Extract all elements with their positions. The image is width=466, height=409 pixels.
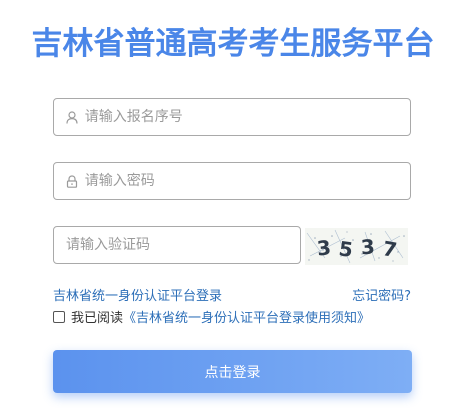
captcha-char-3: 3 (360, 234, 376, 259)
captcha-char-2: 5 (337, 236, 354, 262)
agreement-row: 我已阅读 《吉林省统一身份认证平台登录使用须知》 (53, 307, 370, 326)
lock-icon (66, 174, 79, 188)
captcha-image[interactable]: 3 5 3 7 (305, 228, 408, 265)
captcha-input[interactable] (54, 227, 300, 263)
page-title: 吉林省普通高考考生服务平台 (31, 26, 435, 62)
usage-notice-link[interactable]: 《吉林省统一身份认证平台登录使用须知》 (123, 307, 370, 326)
username-input[interactable] (84, 99, 410, 135)
agreement-checkbox[interactable] (53, 310, 65, 323)
forgot-password-link[interactable]: 忘记密码? (352, 285, 411, 304)
username-field[interactable] (53, 98, 411, 136)
captcha-field[interactable] (53, 226, 301, 264)
password-field[interactable] (53, 162, 411, 200)
login-page: 吉林省普通高考考生服务平台 请输入报名序号 请输入验证码 3 5 3 7 吉林省… (0, 0, 466, 409)
captcha-char-4: 7 (381, 236, 399, 262)
user-icon (66, 110, 79, 124)
captcha-char-1: 3 (316, 235, 332, 260)
password-input[interactable] (84, 163, 410, 199)
agreement-prefix: 我已阅读 (71, 311, 124, 326)
unified-auth-login-link[interactable]: 吉林省统一身份认证平台登录 (53, 285, 222, 304)
login-button[interactable]: 点击登录 (53, 350, 412, 393)
